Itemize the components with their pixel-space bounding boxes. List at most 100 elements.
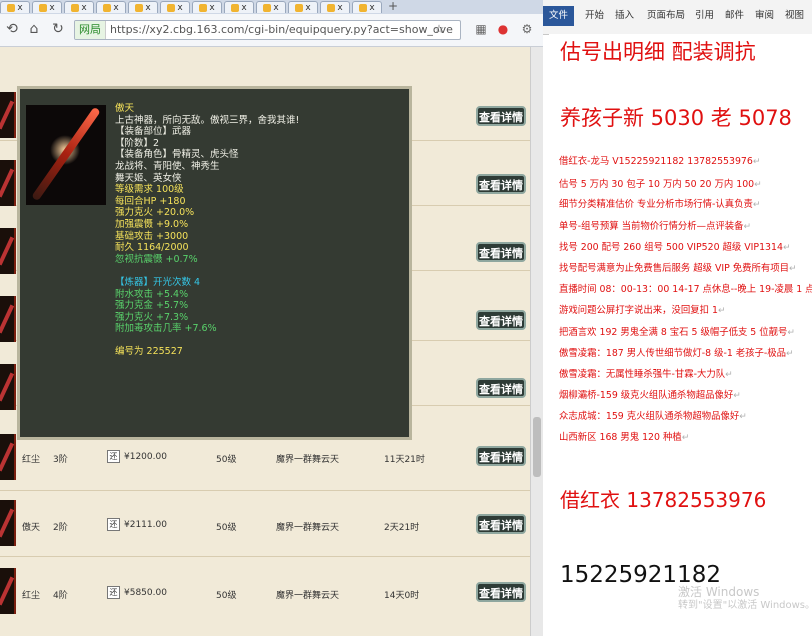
item-tooltip: 傲天 上古神器，所向无敌。傲视三界，舍我其谁! 【装备部位】武器 【阶数】2 【装备角色…: [17, 86, 412, 440]
doc-line: 估号 5 万内 30 包子 10 万内 50 20 万内 100↵: [559, 179, 762, 190]
game-favicon-icon: [103, 3, 112, 12]
tab-references[interactable]: 引用: [695, 6, 714, 26]
doc-line: 傲雪凌霜：187 男人传世细节做灯-8 级-1 老孩子-极品↵: [559, 348, 794, 359]
tooltip-line: 强力克金 +5.7%: [115, 300, 189, 312]
item-server: 魔界一群舞云天: [276, 523, 340, 533]
view-detail-button[interactable]: 查看详情: [476, 106, 526, 126]
tab-insert[interactable]: 插入: [615, 6, 634, 26]
game-favicon-icon: [7, 3, 16, 12]
item-name[interactable]: 红尘: [22, 588, 40, 601]
home-icon[interactable]: ⌂: [26, 21, 42, 37]
game-favicon-icon: [263, 3, 272, 12]
activate-windows-watermark: 激活 Windows 转到"设置"以激活 Windows。: [678, 585, 812, 611]
browser-tab[interactable]: x: [0, 1, 30, 13]
tab-home[interactable]: 开始: [585, 6, 604, 26]
item-thumbnail[interactable]: [0, 434, 16, 480]
paragraph-mark-icon: ↵: [782, 243, 791, 253]
paragraph-mark-icon: ↵: [743, 222, 752, 232]
doc-contact-line: 借红衣 13782553976: [560, 488, 767, 512]
doc-line: 烟柳灞桥-159 级克火组队通杀物超品像好↵: [559, 390, 741, 401]
browser-tab[interactable]: x: [320, 1, 350, 13]
paragraph-mark-icon: ↵: [681, 433, 690, 443]
browser-tab[interactable]: x: [224, 1, 254, 13]
tooltip-line: 【炼器】开光次数 4: [115, 276, 201, 288]
grid-icon[interactable]: ▦: [474, 22, 488, 36]
view-detail-button[interactable]: 查看详情: [476, 378, 526, 398]
view-detail-button[interactable]: 查看详情: [476, 310, 526, 330]
browser-tab[interactable]: x: [64, 1, 94, 13]
game-favicon-icon: [71, 3, 80, 12]
settings-icon[interactable]: ⚙: [520, 22, 534, 36]
paragraph-mark-icon: ↵: [739, 412, 747, 422]
view-detail-button[interactable]: 查看详情: [476, 174, 526, 194]
row-divider: [0, 556, 530, 557]
item-name[interactable]: 红尘: [22, 452, 40, 465]
tab-file[interactable]: 文件: [543, 6, 575, 26]
item-thumbnail[interactable]: [0, 568, 16, 614]
browser-tab[interactable]: x: [32, 1, 62, 13]
tooltip-line: 耐久 1164/2000: [115, 242, 189, 254]
tooltip-line: 每回合HP +180: [115, 195, 186, 207]
browser-tab[interactable]: x: [192, 1, 222, 13]
browser-tab[interactable]: x: [256, 1, 286, 13]
item-thumbnail[interactable]: [0, 228, 16, 274]
back-icon[interactable]: ⟲: [4, 21, 20, 37]
paragraph-mark-icon: ↵: [752, 200, 761, 210]
game-favicon-icon: [231, 3, 240, 12]
browser-tab[interactable]: x: [352, 1, 382, 13]
refresh-icon[interactable]: ↻: [50, 21, 66, 37]
bargain-checkbox[interactable]: 还: [107, 586, 120, 599]
url-field[interactable]: 网局 https://xy2.cbg.163.com/cgi-bin/equipq…: [74, 20, 461, 40]
bargain-checkbox[interactable]: 还: [107, 450, 120, 463]
item-name[interactable]: 傲天: [22, 520, 40, 533]
tab-page-layout[interactable]: 页面布局: [647, 6, 685, 26]
tooltip-line: 附加毒攻击几率 +7.6%: [115, 323, 217, 335]
item-level: 50级: [216, 455, 237, 465]
doc-line: 把酒言欢 192 男鬼全满 8 宝石 5 级帽子低支 5 位靓号↵: [559, 327, 795, 338]
game-favicon-icon: [359, 3, 368, 12]
tab-view[interactable]: 视图: [785, 6, 804, 26]
view-detail-button[interactable]: 查看详情: [476, 514, 526, 534]
paragraph-mark-icon: ↵: [786, 349, 794, 359]
page-scrollbar[interactable]: [530, 47, 543, 636]
paragraph-mark-icon: ↵: [725, 370, 733, 380]
view-detail-button[interactable]: 查看详情: [476, 582, 526, 602]
view-detail-button[interactable]: 查看详情: [476, 242, 526, 262]
view-detail-button[interactable]: 查看详情: [476, 446, 526, 466]
browser-tab[interactable]: x: [288, 1, 318, 13]
bargain-checkbox[interactable]: 还: [107, 518, 120, 531]
tooltip-line: 基础攻击 +3000: [115, 230, 189, 242]
item-thumbnail[interactable]: [0, 92, 16, 138]
scrollbar-thumb[interactable]: [533, 417, 541, 477]
tooltip-line: 上古神器，所向无敌。傲视三界，舍我其谁!: [115, 114, 300, 126]
item-thumbnail[interactable]: [0, 500, 16, 546]
tab-strip: x x x x x x x x x x x x +: [0, 0, 543, 14]
star-icon[interactable]: ☆: [432, 22, 446, 36]
browser-tab[interactable]: x: [160, 1, 190, 13]
tab-review[interactable]: 审阅: [755, 6, 774, 26]
tooltip-line: 编号为 225527: [115, 346, 183, 358]
tooltip-line: [115, 335, 405, 347]
item-price: ¥1200.00: [124, 452, 167, 462]
document-page[interactable]: 估号出明细 配装调抗 养孩子新 5030 老 5078 借红衣-龙马 V1522…: [549, 34, 812, 636]
item-thumbnail[interactable]: [0, 296, 16, 342]
doc-line: 直播时间 08：00-13：00 14-17 点休息--晚上 19-凌晨 1 点…: [559, 284, 812, 295]
site-badge: 网局: [75, 21, 106, 39]
browser-tab[interactable]: x: [96, 1, 126, 13]
browser-tab[interactable]: x: [128, 1, 158, 13]
item-thumbnail[interactable]: [0, 160, 16, 206]
tooltip-line: [115, 265, 405, 277]
doc-line: 借红衣-龙马 V15225921182 13782553976↵: [559, 156, 761, 167]
gamepad-icon[interactable]: ●: [496, 22, 510, 36]
game-favicon-icon: [199, 3, 208, 12]
doc-line: 找号 200 配号 260 组号 500 VIP520 超级 VIP1314↵: [559, 242, 791, 253]
paragraph-mark-icon: ↵: [787, 328, 795, 338]
item-server: 魔界一群舞云天: [276, 591, 340, 601]
item-time-left: 14天0时: [384, 591, 420, 601]
item-thumbnail[interactable]: [0, 364, 16, 410]
paragraph-mark-icon: ↵: [752, 157, 761, 167]
new-tab-button[interactable]: +: [384, 0, 402, 14]
game-favicon-icon: [167, 3, 176, 12]
tab-mailings[interactable]: 邮件: [725, 6, 744, 26]
url-text: https://xy2.cbg.163.com/cgi-bin/equipque…: [110, 23, 453, 36]
